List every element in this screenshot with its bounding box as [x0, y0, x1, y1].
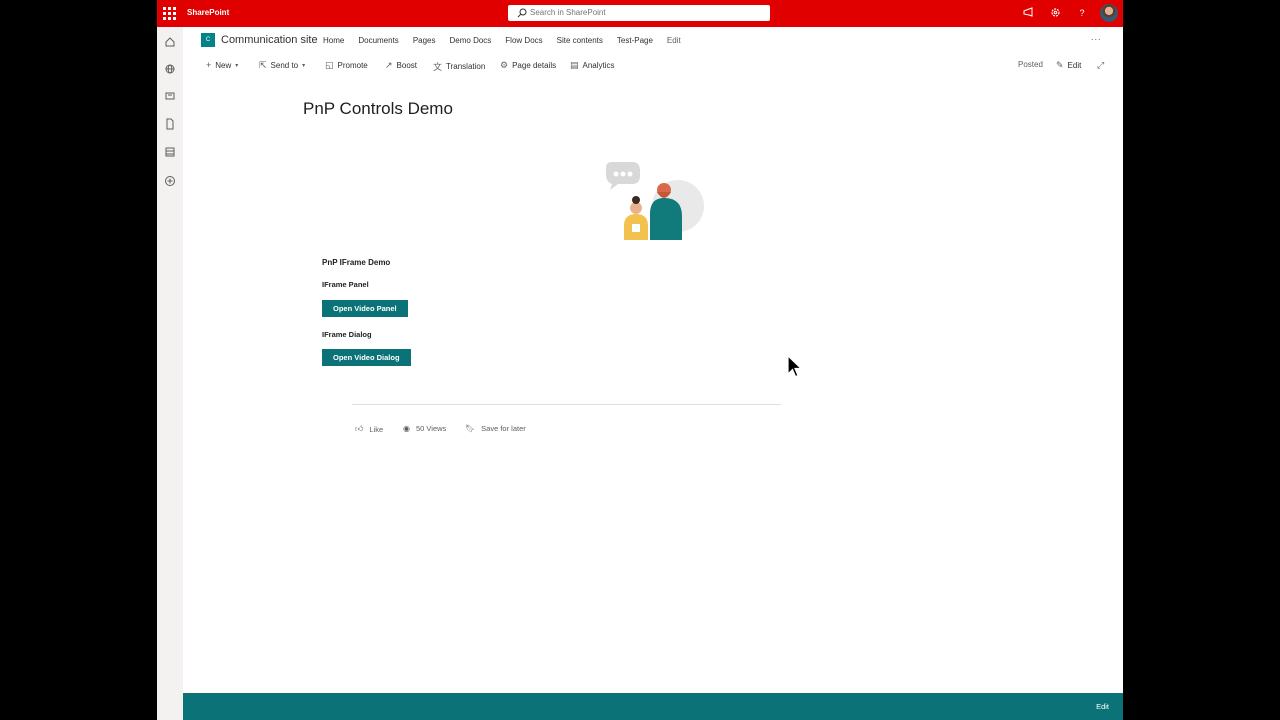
people-illustration: [606, 162, 704, 240]
edit-page-button[interactable]: ✎ Edit: [1056, 60, 1081, 71]
nav-edit-link[interactable]: Edit: [667, 36, 681, 45]
promote-label: Promote: [337, 61, 368, 70]
new-button[interactable]: + New ▾: [206, 60, 242, 70]
help-icon[interactable]: ?: [1076, 7, 1088, 19]
boost-label: Boost: [396, 61, 418, 70]
add-icon: +: [206, 60, 212, 70]
suite-bar: SharePoint ?: [157, 0, 1123, 27]
promote-icon: ◱: [325, 60, 334, 70]
page-footer: Edit: [183, 693, 1123, 720]
translate-icon: 文: [433, 62, 443, 72]
home-icon[interactable]: [164, 36, 176, 48]
site-title[interactable]: Communication site: [221, 34, 318, 46]
app-name[interactable]: SharePoint: [187, 8, 229, 17]
translation-label: Translation: [446, 62, 486, 71]
send-to-label: Send to: [270, 61, 299, 70]
posted-status: Posted: [1018, 60, 1043, 69]
views-label: 50 Views: [415, 424, 447, 433]
save-for-later-label: Save for later: [481, 424, 526, 433]
promote-button[interactable]: ◱ Promote: [325, 60, 368, 71]
rocket-icon: ↗: [385, 60, 393, 70]
like-button[interactable]: 👍︎ Like: [355, 424, 383, 434]
new-label: New: [215, 60, 232, 70]
analytics-label: Analytics: [582, 61, 615, 70]
nav-item-flow-docs[interactable]: Flow Docs: [505, 36, 542, 45]
gear-icon: ⚙: [500, 60, 509, 70]
site-logo[interactable]: C: [201, 33, 215, 47]
page-details-label: Page details: [512, 61, 557, 70]
search-icon: [517, 8, 527, 18]
page-title: PnP Controls Demo: [303, 99, 453, 118]
app-bar: [157, 27, 183, 720]
bookmark-icon: 🔖︎: [465, 424, 476, 433]
mouse-cursor-icon: [787, 355, 803, 378]
iframe-panel-label: IFrame Panel: [322, 280, 369, 289]
boost-button[interactable]: ↗ Boost: [385, 60, 417, 71]
search-box[interactable]: [508, 5, 770, 21]
sharepoint-window: SharePoint ? C Communication site Home D…: [157, 0, 1123, 720]
search-input[interactable]: [530, 7, 760, 18]
nav-item-site-contents[interactable]: Site contents: [557, 36, 603, 45]
share-icon: ⇱: [259, 60, 267, 70]
nav-item-pages[interactable]: Pages: [413, 36, 436, 45]
save-for-later-button[interactable]: 🔖︎ Save for later: [465, 424, 526, 433]
footer-edit-link[interactable]: Edit: [1096, 702, 1109, 711]
news-icon[interactable]: [164, 90, 176, 102]
eye-icon: ◉: [403, 424, 410, 433]
add-icon[interactable]: [164, 175, 176, 187]
views-count: ◉ 50 Views: [403, 424, 446, 433]
gear-icon[interactable]: [1049, 7, 1061, 19]
more-options-icon[interactable]: ...: [1091, 32, 1102, 42]
pencil-icon: ✎: [1056, 60, 1064, 70]
analytics-button[interactable]: ▤ Analytics: [570, 60, 615, 71]
chevron-down-icon: ▾: [302, 63, 306, 69]
edit-label: Edit: [1067, 61, 1082, 70]
site-navigation: Home Documents Pages Demo Docs Flow Docs…: [323, 36, 695, 45]
chevron-down-icon: ▾: [235, 62, 239, 69]
globe-icon[interactable]: [164, 63, 176, 75]
expand-arrow-icon: ⤢: [1097, 60, 1105, 70]
list-icon[interactable]: [164, 146, 176, 158]
nav-item-documents[interactable]: Documents: [358, 36, 398, 45]
avatar[interactable]: [1100, 4, 1118, 22]
open-video-panel-button[interactable]: Open Video Panel: [322, 300, 408, 317]
open-video-dialog-button[interactable]: Open Video Dialog: [322, 349, 411, 366]
divider: [352, 404, 781, 405]
translation-button[interactable]: 文 Translation: [433, 60, 485, 73]
thumbs-up-icon: 👍︎: [355, 424, 364, 433]
nav-item-test-page[interactable]: Test-Page: [617, 36, 653, 45]
like-label: Like: [369, 424, 384, 434]
megaphone-icon[interactable]: [1022, 7, 1034, 19]
chart-icon: ▤: [570, 60, 579, 70]
webpart-title: PnP IFrame Demo: [322, 258, 391, 267]
document-icon[interactable]: [164, 118, 176, 130]
expand-icon[interactable]: ⤢: [1097, 60, 1108, 71]
page-details-button[interactable]: ⚙ Page details: [500, 60, 556, 71]
waffle-icon[interactable]: [163, 7, 176, 20]
iframe-dialog-label: IFrame Dialog: [322, 330, 372, 339]
nav-item-home[interactable]: Home: [323, 36, 344, 45]
send-to-button[interactable]: ⇱ Send to ▾: [259, 60, 309, 71]
nav-item-demo-docs[interactable]: Demo Docs: [450, 36, 492, 45]
